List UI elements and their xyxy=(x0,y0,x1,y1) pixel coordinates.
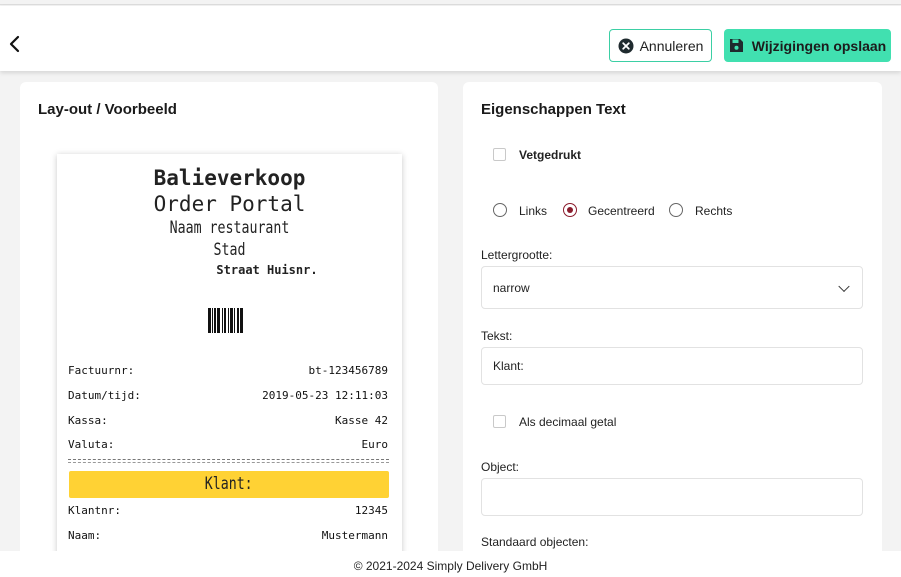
receipt-row-label: Valuta: xyxy=(68,438,115,451)
receipt-row: Factuurnr: bt-123456789 xyxy=(68,364,388,377)
receipt-row-label: Kassa: xyxy=(68,414,108,427)
receipt-row-value: Kasse 42 xyxy=(335,414,388,427)
cancel-button[interactable]: Annuleren xyxy=(609,29,712,62)
floppy-disk-icon xyxy=(729,39,743,52)
text-properties-title: Eigenschappen Text xyxy=(481,101,626,118)
save-button-label: Wijzigingen opslaan xyxy=(751,37,887,54)
receipt-row: Kassa: Kasse 42 xyxy=(68,414,388,427)
text-input[interactable]: Klant: xyxy=(481,347,863,385)
receipt-row-value: bt-123456789 xyxy=(308,364,388,377)
receipt-row-value: 12345 xyxy=(354,504,388,517)
receipt-restaurant: Naam restaurant xyxy=(169,218,290,238)
text-properties-card: Eigenschappen Text Vetgedrukt Links Gece… xyxy=(463,82,882,562)
bold-checkbox[interactable] xyxy=(493,148,506,161)
receipt-row: Valuta: Euro xyxy=(68,438,388,451)
align-center-label: Gecentreerd xyxy=(588,204,655,218)
receipt-row-value: 2019-05-23 12:11:03 xyxy=(262,389,388,402)
receipt-row-value: Euro xyxy=(361,438,389,451)
chevron-down-icon xyxy=(838,280,850,292)
layout-preview-title: Lay-out / Voorbeeld xyxy=(38,101,177,118)
save-button[interactable]: Wijzigingen opslaan xyxy=(724,29,891,62)
receipt-row: Klantnr: 12345 xyxy=(68,504,388,517)
align-center-radio[interactable] xyxy=(563,203,577,217)
receipt-row: Naam: Mustermann xyxy=(68,529,388,542)
align-left-radio[interactable] xyxy=(493,203,507,217)
decimal-label: Als decimaal getal xyxy=(519,415,617,429)
align-right-label: Rechts xyxy=(695,204,733,218)
cancel-button-label: Annuleren xyxy=(639,37,704,54)
receipt-row-label: Datum/tijd: xyxy=(68,389,141,402)
barcode xyxy=(208,308,243,333)
font-size-label: Lettergrootte: xyxy=(481,248,553,262)
font-size-value: narrow xyxy=(493,280,530,295)
close-circle-icon xyxy=(618,38,634,53)
receipt-selected-element[interactable]: Klant: xyxy=(69,471,389,498)
receipt-city: Stad xyxy=(213,240,246,260)
text-input-value: Klant: xyxy=(493,359,524,373)
chevron-left-icon xyxy=(9,35,20,53)
footer: © 2021-2024 Simply Delivery GmbH xyxy=(0,551,901,577)
receipt-row-value: Mustermann xyxy=(321,529,388,542)
align-right-radio[interactable] xyxy=(669,203,683,217)
receipt-preview: Balieverkoop Order Portal Naam restauran… xyxy=(57,154,402,574)
receipt-row-label: Factuurnr: xyxy=(68,364,135,377)
top-strip xyxy=(0,0,901,5)
standard-objects-label: Standaard objecten: xyxy=(481,535,589,549)
receipt-row: Datum/tijd: 2019-05-23 12:11:03 xyxy=(68,389,388,402)
text-label: Tekst: xyxy=(481,329,513,343)
header-bar: Annuleren Wijzigingen opslaan xyxy=(0,6,901,71)
decimal-checkbox[interactable] xyxy=(493,415,506,428)
object-label: Object: xyxy=(481,460,520,474)
receipt-row-label: Naam: xyxy=(68,529,102,542)
receipt-street: Straat Huisnr. xyxy=(216,263,318,277)
receipt-divider xyxy=(68,459,389,460)
copyright-text: © 2021-2024 Simply Delivery GmbH xyxy=(353,559,548,573)
bold-label: Vetgedrukt xyxy=(519,148,582,162)
receipt-selected-text: Klant: xyxy=(205,474,253,494)
back-button[interactable] xyxy=(4,33,26,55)
layout-preview-card: Lay-out / Voorbeeld Balieverkoop Order P… xyxy=(20,82,438,574)
receipt-row-label: Klantnr: xyxy=(68,504,121,517)
receipt-subtitle: Order Portal xyxy=(153,192,306,216)
object-input[interactable] xyxy=(481,478,863,516)
align-left-label: Links xyxy=(519,204,548,218)
receipt-title: Balieverkoop xyxy=(153,166,306,190)
font-size-select[interactable]: narrow xyxy=(481,266,863,309)
receipt-divider xyxy=(68,462,389,463)
